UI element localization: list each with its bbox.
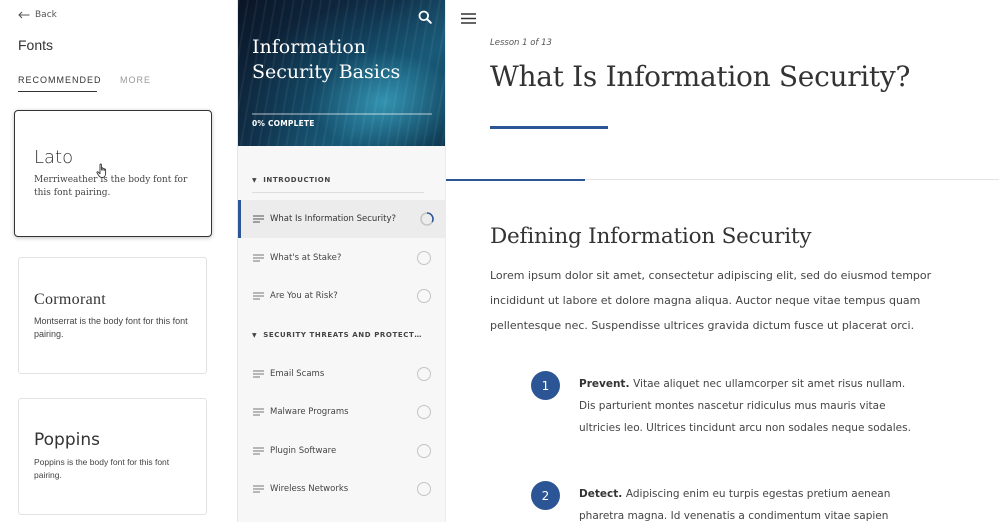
- text-lines-icon: [253, 408, 264, 416]
- list-item-heading: Prevent.: [579, 378, 634, 390]
- hamburger-menu-icon[interactable]: [461, 13, 476, 24]
- lesson-item-what-is-information-security[interactable]: What Is Information Security?: [238, 200, 445, 238]
- lesson-label: Plugin Software: [270, 446, 337, 456]
- lesson-item-malware-programs[interactable]: Malware Programs: [238, 393, 445, 431]
- search-icon[interactable]: [418, 10, 432, 24]
- list-item-text: Prevent. Vitae aliquet nec ullamcorper s…: [579, 373, 924, 439]
- hand-pointer-cursor-icon: [96, 163, 107, 178]
- lesson-label: Email Scams: [270, 369, 325, 379]
- font-card-description: Montserrat is the body font for this fon…: [34, 316, 188, 339]
- lesson-label: What's at Stake?: [270, 253, 342, 263]
- font-card-name: Cormorant: [34, 291, 107, 308]
- status-circle-icon: [417, 482, 431, 496]
- text-lines-icon: [253, 254, 264, 262]
- font-card-poppins[interactable]: Poppins Poppins is the body font for thi…: [18, 398, 207, 515]
- progress-bar: [252, 113, 432, 115]
- list-item-heading: Detect.: [579, 488, 626, 500]
- lesson-item-email-scams[interactable]: Email Scams: [238, 355, 445, 393]
- font-card-description: Poppins is the body font for this font p…: [34, 457, 170, 480]
- lesson-divider-accent: [446, 179, 585, 181]
- back-button[interactable]: Back: [18, 10, 57, 20]
- font-card-name: Poppins: [34, 430, 100, 450]
- section-header-introduction[interactable]: ▼ INTRODUCTION: [252, 176, 424, 184]
- lesson-item-whats-at-stake[interactable]: What's at Stake?: [238, 239, 445, 277]
- status-circle-icon: [417, 444, 431, 458]
- course-title: Information Security Basics: [252, 36, 401, 83]
- lesson-content: Lesson 1 of 13 What Is Information Secur…: [446, 0, 999, 522]
- status-circle-icon: [417, 405, 431, 419]
- section-title: INTRODUCTION: [263, 176, 331, 184]
- text-lines-icon: [253, 485, 264, 493]
- number-badge: 1: [531, 371, 560, 400]
- lesson-label: What Is Information Security?: [270, 214, 396, 224]
- lesson-counter: Lesson 1 of 13: [490, 38, 552, 48]
- status-circle-icon: [417, 289, 431, 303]
- triangle-down-icon: ▼: [252, 176, 258, 184]
- text-lines-icon: [253, 292, 264, 300]
- back-label: Back: [35, 10, 57, 20]
- font-settings-panel: Back Fonts RECOMMENDED MORE Lato Merriwe…: [0, 0, 238, 522]
- in-progress-circle-icon: [420, 212, 434, 226]
- lesson-label: Malware Programs: [270, 407, 349, 417]
- lesson-label: Are You at Risk?: [270, 291, 338, 301]
- tab-more[interactable]: MORE: [120, 75, 151, 85]
- status-circle-icon: [417, 251, 431, 265]
- tab-recommended[interactable]: RECOMMENDED: [18, 75, 101, 92]
- text-lines-icon: [253, 215, 264, 223]
- course-cover: Information Security Basics 0% COMPLETE: [238, 0, 445, 146]
- course-outline-sidebar: Information Security Basics 0% COMPLETE …: [238, 0, 446, 522]
- list-item-text: Detect. Adipiscing enim eu turpis egesta…: [579, 483, 924, 522]
- lesson-label: Wireless Networks: [270, 484, 349, 494]
- status-circle-icon: [417, 367, 431, 381]
- font-card-lato[interactable]: Lato Merriweather is the body font for t…: [14, 110, 212, 237]
- font-card-cormorant[interactable]: Cormorant Montserrat is the body font fo…: [18, 257, 207, 374]
- body-paragraph: Lorem ipsum dolor sit amet, consectetur …: [490, 269, 932, 332]
- lesson-item-wireless-networks[interactable]: Wireless Networks: [238, 470, 445, 508]
- text-lines-icon: [253, 370, 264, 378]
- section-title: SECURITY THREATS AND PROTECTION STRATEGI…: [263, 331, 424, 339]
- font-card-description: Merriweather is the body font for this f…: [34, 175, 188, 198]
- lesson-item-plugin-software[interactable]: Plugin Software: [238, 432, 445, 470]
- lesson-item-are-you-at-risk[interactable]: Are You at Risk?: [238, 277, 445, 315]
- arrow-left-icon: [18, 11, 30, 19]
- text-lines-icon: [253, 447, 264, 455]
- title-underline: [490, 126, 608, 129]
- panel-title: Fonts: [18, 37, 54, 53]
- section-header-security-threats[interactable]: ▼ SECURITY THREATS AND PROTECTION STRATE…: [252, 331, 424, 339]
- section-heading: Defining Information Security: [490, 224, 812, 249]
- triangle-down-icon: ▼: [252, 331, 258, 339]
- number-badge: 2: [531, 481, 560, 510]
- section-divider: [252, 192, 424, 193]
- list-item-body: Adipiscing enim eu turpis egestas pretiu…: [579, 488, 891, 522]
- font-card-name: Lato: [34, 147, 74, 168]
- lesson-title: What Is Information Security?: [490, 60, 911, 93]
- progress-label: 0% COMPLETE: [252, 119, 315, 128]
